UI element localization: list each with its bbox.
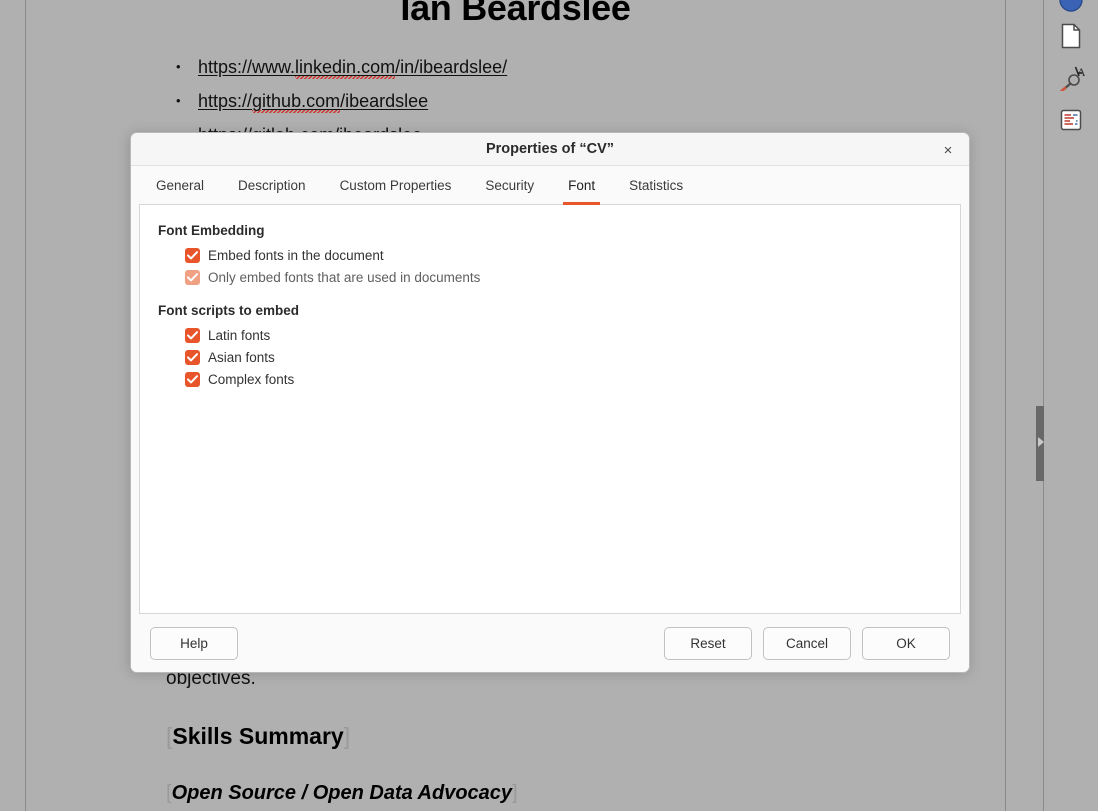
tab-description[interactable]: Description xyxy=(221,166,323,205)
sidebar-item-style-inspector[interactable]: A xyxy=(1055,62,1087,94)
heading-text: Open Source / Open Data Advocacy xyxy=(171,782,513,804)
writer-application-window: Ian Beardslee https://www.linkedin.com/i… xyxy=(0,0,1098,811)
group-label-font-embedding: Font Embedding xyxy=(158,223,265,238)
checkbox-complex-fonts[interactable]: Complex fonts xyxy=(158,368,942,390)
checkbox-label: Embed fonts in the document xyxy=(208,247,384,263)
tab-general[interactable]: General xyxy=(139,166,221,205)
checkbox-label: Latin fonts xyxy=(208,327,271,343)
checkmark-icon xyxy=(185,371,200,387)
manage-changes-icon xyxy=(1059,108,1083,132)
list-item[interactable]: https://github.com/ibeardslee xyxy=(166,84,507,118)
checkbox-asian-fonts[interactable]: Asian fonts xyxy=(158,346,942,368)
checkbox-label: Asian fonts xyxy=(208,349,275,365)
style-inspector-icon: A xyxy=(1057,65,1085,91)
group-label-font-scripts: Font scripts to embed xyxy=(158,303,300,318)
checkbox-label: Only embed fonts that are used in docume… xyxy=(208,269,481,285)
dialog-titlebar: Properties of “CV” × xyxy=(131,133,969,166)
document-heading-advocacy: [Open Source / Open Data Advocacy] xyxy=(166,782,518,805)
heading-text: Skills Summary xyxy=(172,723,344,749)
link-suffix: /ibeardslee xyxy=(340,91,429,111)
checkmark-icon xyxy=(185,269,200,285)
page-icon xyxy=(1060,23,1082,49)
link-domain: linkedin.com xyxy=(295,57,396,79)
checkmark-icon xyxy=(185,327,200,343)
link-prefix: https://www. xyxy=(198,57,296,77)
checkbox-latin-fonts[interactable]: Latin fonts xyxy=(158,324,942,346)
help-button[interactable]: Help xyxy=(150,626,238,660)
sidebar-deck: A xyxy=(1044,0,1098,811)
sidebar-item-page[interactable] xyxy=(1055,20,1087,52)
cancel-button[interactable]: Cancel xyxy=(763,626,851,660)
sidebar-item-manage-changes[interactable] xyxy=(1055,104,1087,136)
properties-circle-icon xyxy=(1058,0,1084,13)
tab-custom-properties[interactable]: Custom Properties xyxy=(323,166,469,205)
close-icon[interactable]: × xyxy=(935,137,961,163)
tab-statistics[interactable]: Statistics xyxy=(612,166,700,205)
link-prefix: https:// xyxy=(198,91,253,111)
left-margin-rule xyxy=(25,0,26,811)
checkbox-label: Complex fonts xyxy=(208,371,295,387)
tab-font[interactable]: Font xyxy=(551,166,612,205)
document-title: Ian Beardslee xyxy=(400,0,631,28)
dialog-tab-strip: General Description Custom Properties Se… xyxy=(131,166,969,205)
checkmark-icon xyxy=(185,247,200,263)
font-tab-panel: Font Embedding Embed fonts in the docume… xyxy=(139,205,961,614)
document-right-edge-rule xyxy=(1005,0,1006,811)
ok-button[interactable]: OK xyxy=(862,626,950,660)
properties-dialog: Properties of “CV” × General Description… xyxy=(130,132,970,673)
sidebar-item-properties[interactable] xyxy=(1055,0,1087,16)
bookmark-end: ] xyxy=(512,782,518,804)
link-suffix: /in/ibeardslee/ xyxy=(395,57,508,77)
list-item[interactable]: https://www.linkedin.com/in/ibeardslee/ xyxy=(166,50,507,84)
bookmark-end: ] xyxy=(343,723,351,749)
dialog-title: Properties of “CV” xyxy=(485,141,615,157)
checkbox-embed-fonts-in-document[interactable]: Embed fonts in the document xyxy=(158,244,942,266)
checkbox-only-embed-used-fonts[interactable]: Only embed fonts that are used in docume… xyxy=(158,266,942,288)
reset-button[interactable]: Reset xyxy=(664,626,752,660)
tab-security[interactable]: Security xyxy=(468,166,551,205)
document-heading-skills: [Skills Summary] xyxy=(166,723,350,750)
link-domain: github.com xyxy=(252,91,341,113)
checkmark-icon xyxy=(185,349,200,365)
dialog-footer: Help Reset Cancel OK xyxy=(131,614,969,672)
